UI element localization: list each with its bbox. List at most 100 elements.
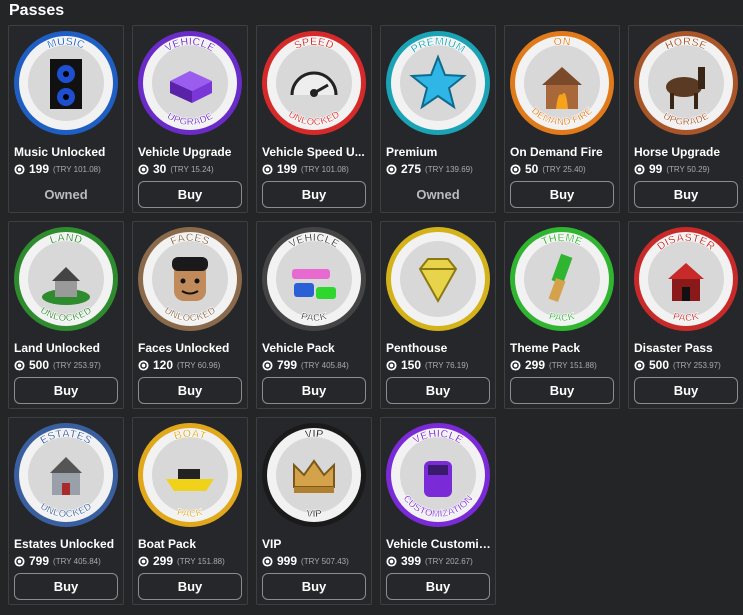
pass-card[interactable]: SPEED UNLOCKED Vehicle Speed U... 199 (TR… — [256, 25, 372, 213]
robux-icon — [262, 359, 273, 371]
robux-amount: 275 — [401, 162, 422, 176]
pass-price: 399 (TRY 202.67) — [386, 554, 473, 568]
owned-label: Owned — [416, 187, 460, 202]
robux-icon — [634, 359, 645, 371]
robux-icon — [14, 359, 25, 371]
buy-button[interactable]: Buy — [634, 181, 738, 208]
robux-amount: 50 — [525, 162, 539, 176]
robux-amount: 120 — [153, 358, 174, 372]
local-price: (TRY 25.40) — [542, 164, 586, 174]
pass-card[interactable]: MUSIC Music Unlocked 199 (TRY 101.08) Owne… — [8, 25, 124, 213]
local-price: (TRY 253.97) — [673, 360, 721, 370]
robux-icon — [14, 163, 25, 175]
pass-badge: BOAT PACK — [138, 423, 242, 527]
robux-icon — [386, 359, 397, 371]
buy-button[interactable]: Buy — [386, 573, 490, 600]
pass-name: Vehicle Speed U... — [262, 145, 365, 159]
pass-card[interactable]: HORSE UPGRADE Horse Upgrade 99 (TRY 50.29… — [628, 25, 743, 213]
local-price: (TRY 60.96) — [177, 360, 221, 370]
buy-button[interactable]: Buy — [262, 181, 366, 208]
robux-amount: 299 — [153, 554, 174, 568]
pass-badge: VEHICLE CUSTOMIZATION — [386, 423, 490, 527]
buy-button[interactable]: Buy — [138, 377, 242, 404]
local-price: (TRY 101.08) — [53, 164, 101, 174]
robux-icon — [634, 163, 645, 175]
pass-badge: LAND UNLOCKED — [14, 227, 118, 331]
pass-card[interactable]: VEHICLE PACK Vehicle Pack 799 (TRY 405.84… — [256, 221, 372, 409]
buy-button[interactable]: Buy — [634, 377, 738, 404]
pass-card[interactable]: THEME PACK Theme Pack 299 (TRY 151.88) Buy — [504, 221, 620, 409]
buy-button[interactable]: Buy — [138, 573, 242, 600]
pass-name: On Demand Fire — [510, 145, 603, 159]
robux-amount: 500 — [29, 358, 50, 372]
pass-name: Theme Pack — [510, 341, 581, 355]
pass-name: Land Unlocked — [14, 341, 101, 355]
robux-icon — [386, 555, 397, 567]
pass-badge: FACES UNLOCKED — [138, 227, 242, 331]
car-icon — [424, 461, 452, 497]
buy-button[interactable]: Buy — [510, 181, 614, 208]
badge-top-text: VIP — [304, 428, 324, 441]
pass-badge: THEME PACK — [510, 227, 614, 331]
buy-button[interactable]: Buy — [262, 377, 366, 404]
pass-card[interactable]: VEHICLE CUSTOMIZATION Vehicle Customiz..… — [380, 417, 496, 605]
speaker-icon — [50, 59, 82, 109]
pass-card[interactable]: LAND UNLOCKED Land Unlocked 500 (TRY 253.… — [8, 221, 124, 409]
pass-name: Vehicle Customiz... — [386, 537, 492, 551]
badge-bottom-text: VIP — [306, 508, 323, 520]
buy-button[interactable]: Buy — [386, 377, 490, 404]
pass-price: 999 (TRY 507.43) — [262, 554, 349, 568]
robux-icon — [138, 359, 149, 371]
robux-icon — [510, 163, 521, 175]
pass-card[interactable]: ON DEMAND FIRE On Demand Fire 50 (TRY 25.… — [504, 25, 620, 213]
pass-card[interactable]: DISASTER PACK Disaster Pass 500 (TRY 253.… — [628, 221, 743, 409]
buy-button[interactable]: Buy — [510, 377, 614, 404]
pass-badge: HORSE UPGRADE — [634, 31, 738, 135]
pass-price: 199 (TRY 101.08) — [14, 162, 101, 176]
section-title: Passes — [9, 2, 65, 19]
robux-amount: 799 — [277, 358, 298, 372]
local-price: (TRY 76.19) — [425, 360, 469, 370]
local-price: (TRY 50.29) — [666, 164, 710, 174]
local-price: (TRY 101.08) — [301, 164, 349, 174]
robux-amount: 199 — [29, 162, 50, 176]
buy-button[interactable]: Buy — [14, 377, 118, 404]
local-price: (TRY 151.88) — [549, 360, 597, 370]
pass-badge: VEHICLE UPGRADE — [138, 31, 242, 135]
pass-name: Penthouse — [386, 341, 448, 355]
pass-name: Vehicle Pack — [262, 341, 335, 355]
robux-icon — [138, 555, 149, 567]
pass-price: 500 (TRY 253.97) — [634, 358, 721, 372]
pass-badge: SPEED UNLOCKED — [262, 31, 366, 135]
pass-price: 99 (TRY 50.29) — [634, 162, 710, 176]
pass-card[interactable]: ESTATES UNLOCKED Estates Unlocked 799 (TR… — [8, 417, 124, 605]
buy-button[interactable]: Buy — [138, 181, 242, 208]
local-price: (TRY 405.84) — [53, 556, 101, 566]
local-price: (TRY 151.88) — [177, 556, 225, 566]
pass-card[interactable]: VIP VIP VIP 999 (TRY 507.43) Buy — [256, 417, 372, 605]
pass-price: 799 (TRY 405.84) — [262, 358, 349, 372]
robux-icon — [262, 555, 273, 567]
local-price: (TRY 405.84) — [301, 360, 349, 370]
robux-icon — [262, 163, 273, 175]
local-price: (TRY 253.97) — [53, 360, 101, 370]
pass-name: VIP — [262, 537, 282, 551]
pass-price: 30 (TRY 15.24) — [138, 162, 214, 176]
pass-price: 299 (TRY 151.88) — [138, 554, 225, 568]
pass-card[interactable]: PREMIUM Premium 275 (TRY 139.69) Owned — [380, 25, 496, 213]
robux-amount: 399 — [401, 554, 422, 568]
pass-badge: MUSIC — [14, 31, 118, 135]
robux-amount: 500 — [649, 358, 670, 372]
robux-amount: 999 — [277, 554, 298, 568]
owned-label: Owned — [44, 187, 88, 202]
pass-card[interactable]: BOAT PACK Boat Pack 299 (TRY 151.88) Buy — [132, 417, 248, 605]
buy-button[interactable]: Buy — [262, 573, 366, 600]
robux-amount: 799 — [29, 554, 50, 568]
pass-card[interactable]: FACES UNLOCKED Faces Unlocked 120 (TRY 60… — [132, 221, 248, 409]
buy-button[interactable]: Buy — [14, 573, 118, 600]
pass-card[interactable]: Penthouse 150 (TRY 76.19) Buy — [380, 221, 496, 409]
pass-card[interactable]: VEHICLE UPGRADE Vehicle Upgrade 30 (TRY 1… — [132, 25, 248, 213]
pass-name: Estates Unlocked — [14, 537, 115, 551]
local-price: (TRY 507.43) — [301, 556, 349, 566]
pass-badge: DISASTER PACK — [634, 227, 738, 331]
